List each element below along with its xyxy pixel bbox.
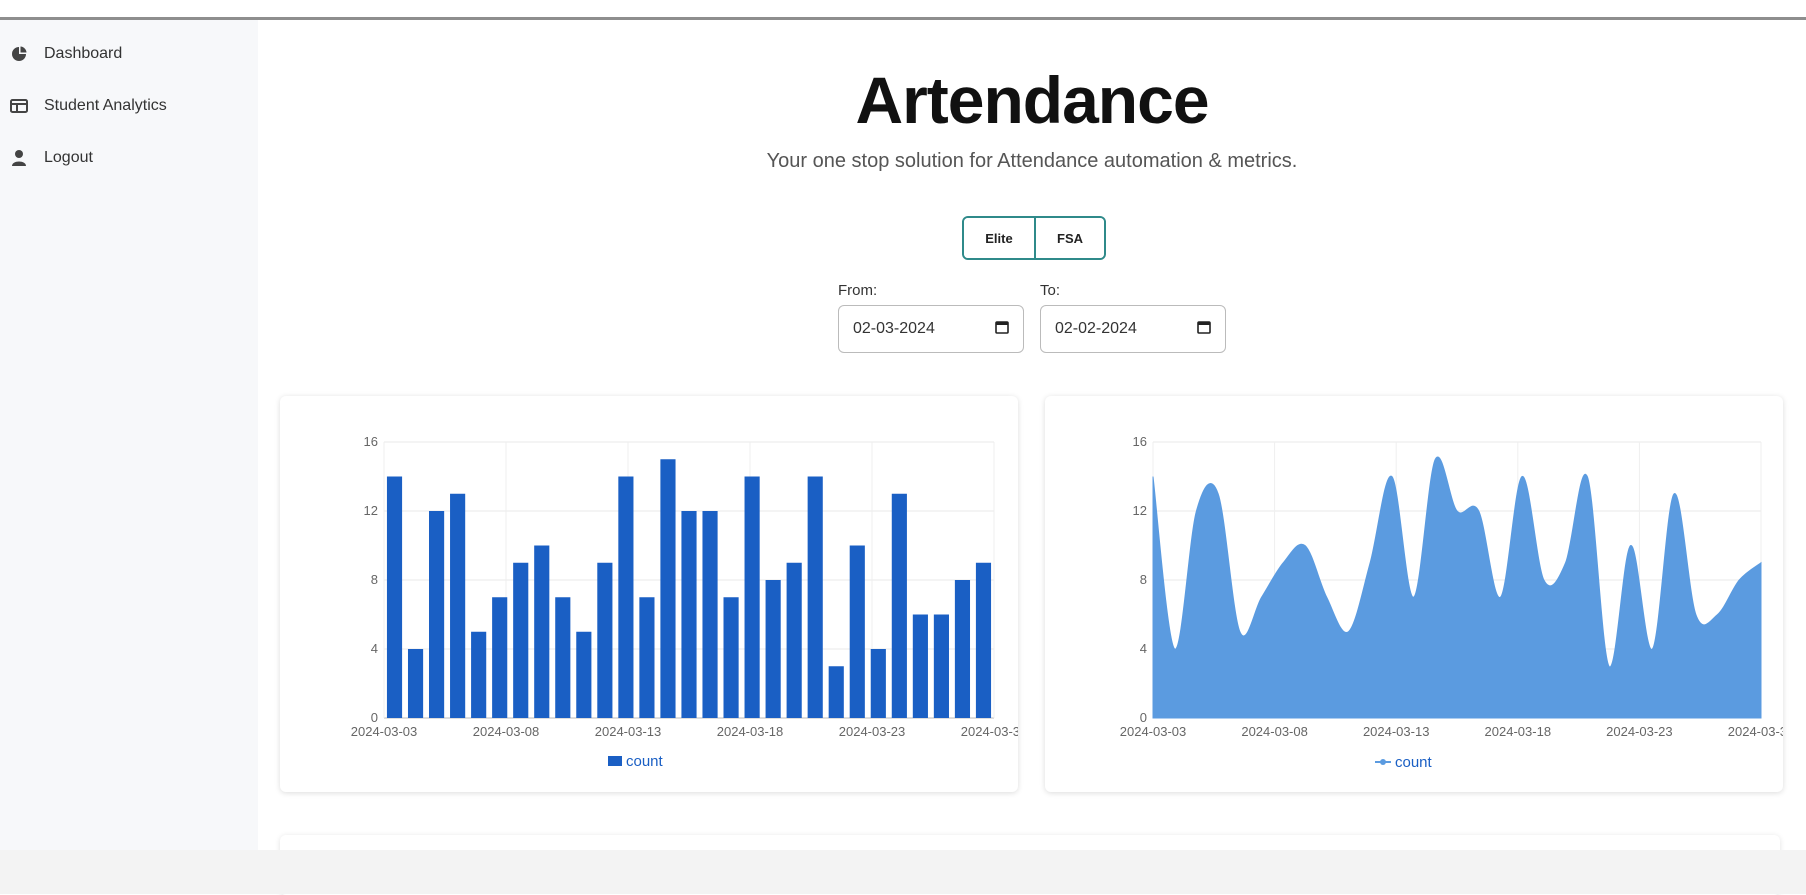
x-tick-label: 2024-03-08 [473, 724, 540, 739]
to-date-label: To: [1040, 282, 1061, 299]
bar [723, 597, 739, 718]
x-tick-label: 2024-03-13 [1363, 724, 1430, 739]
x-tick-label: 2024-03-30 [1728, 724, 1783, 739]
bar [870, 649, 886, 718]
pie-chart-icon [8, 43, 30, 65]
x-tick-label: 2024-03-08 [1241, 724, 1308, 739]
bar [386, 476, 403, 718]
legend-label: count [626, 753, 664, 770]
toggle-fsa-button[interactable]: FSA [1034, 218, 1104, 258]
y-tick-label: 4 [1140, 641, 1147, 656]
y-tick-label: 0 [1140, 710, 1147, 725]
calendar-icon[interactable] [995, 320, 1009, 339]
bar [597, 562, 613, 718]
y-tick-label: 12 [1133, 503, 1147, 518]
sidebar-item-label: Student Analytics [44, 97, 167, 114]
bar-chart-card: 0 4 8 12 16 2024-03-03 2024-03-08 2024-03-13 202… [280, 396, 1018, 792]
bar [660, 459, 676, 718]
sidebar: Dashboard Student Analytics Logout [0, 20, 258, 850]
sidebar-item-logout[interactable]: Logout [0, 132, 258, 184]
bar [912, 614, 928, 718]
bar [954, 580, 971, 718]
area-chart-card: 0 4 8 12 16 2024-03-03 2024-03-08 2024-03-13 202… [1045, 396, 1783, 792]
y-tick-label: 16 [364, 434, 378, 449]
bar [933, 614, 949, 718]
calendar-icon[interactable] [1197, 320, 1211, 339]
x-tick-label: 2024-03-23 [1606, 724, 1673, 739]
area-chart: 0 4 8 12 16 2024-03-03 2024-03-08 2024-03-13 202… [1120, 434, 1783, 771]
batch-toggle: Elite FSA [962, 216, 1106, 260]
y-tick-label: 8 [371, 572, 378, 587]
legend-label: count [1395, 754, 1433, 771]
x-tick-label: 2024-03-30 [961, 724, 1018, 739]
area-series [1152, 456, 1762, 719]
page-title: Artendance [855, 63, 1209, 137]
bar [513, 562, 529, 718]
to-date-group: To: 02-02-2024 [1040, 282, 1226, 353]
x-tick-label: 2024-03-18 [717, 724, 784, 739]
sidebar-item-label: Dashboard [44, 45, 123, 62]
x-tick-label: 2024-03-03 [351, 724, 418, 739]
bar [555, 597, 571, 718]
from-date-value: 02-03-2024 [853, 320, 935, 337]
sidebar-item-student-analytics[interactable]: Student Analytics [0, 80, 258, 132]
to-date-input[interactable]: 02-02-2024 [1040, 305, 1226, 353]
bar [744, 476, 760, 718]
from-date-input[interactable]: 02-03-2024 [838, 305, 1024, 353]
bottom-bar [0, 850, 1806, 894]
bar [765, 580, 781, 718]
toggle-elite-button[interactable]: Elite [964, 218, 1034, 258]
sidebar-item-dashboard[interactable]: Dashboard [0, 28, 258, 80]
legend-swatch [608, 756, 622, 766]
user-icon [8, 147, 30, 169]
bar [576, 631, 592, 718]
main-content: Artendance Your one stop solution for At… [258, 20, 1806, 895]
bar [681, 511, 697, 718]
bar [618, 476, 634, 718]
x-tick-label: 2024-03-23 [839, 724, 906, 739]
y-tick-label: 4 [371, 641, 378, 656]
from-date-label: From: [838, 282, 878, 299]
bar [429, 511, 445, 718]
x-tick-label: 2024-03-18 [1485, 724, 1552, 739]
bar [639, 597, 655, 718]
x-tick-label: 2024-03-13 [595, 724, 662, 739]
bar-chart: 0 4 8 12 16 2024-03-03 2024-03-08 2024-03-13 202… [351, 434, 1018, 770]
bar [828, 666, 844, 718]
bar [471, 631, 487, 718]
bar [975, 562, 992, 718]
bar [702, 511, 718, 718]
bar [492, 597, 508, 718]
to-date-value: 02-02-2024 [1055, 320, 1137, 337]
top-bar [0, 0, 1806, 20]
x-tick-label: 2024-03-03 [1120, 724, 1187, 739]
legend-marker [1380, 759, 1386, 765]
y-tick-label: 0 [371, 710, 378, 725]
bar [786, 562, 802, 718]
table-icon [8, 95, 30, 117]
bar [891, 493, 907, 718]
y-tick-label: 8 [1140, 572, 1147, 587]
sidebar-item-label: Logout [44, 149, 93, 166]
y-tick-label: 12 [364, 503, 378, 518]
from-date-group: From: 02-03-2024 [838, 282, 1024, 353]
y-tick-label: 16 [1133, 434, 1147, 449]
bar [407, 649, 424, 718]
bar [534, 545, 550, 718]
bar [807, 476, 823, 718]
page-subtitle: Your one stop solution for Attendance au… [766, 150, 1298, 172]
bar [450, 493, 466, 718]
bar [849, 545, 865, 718]
